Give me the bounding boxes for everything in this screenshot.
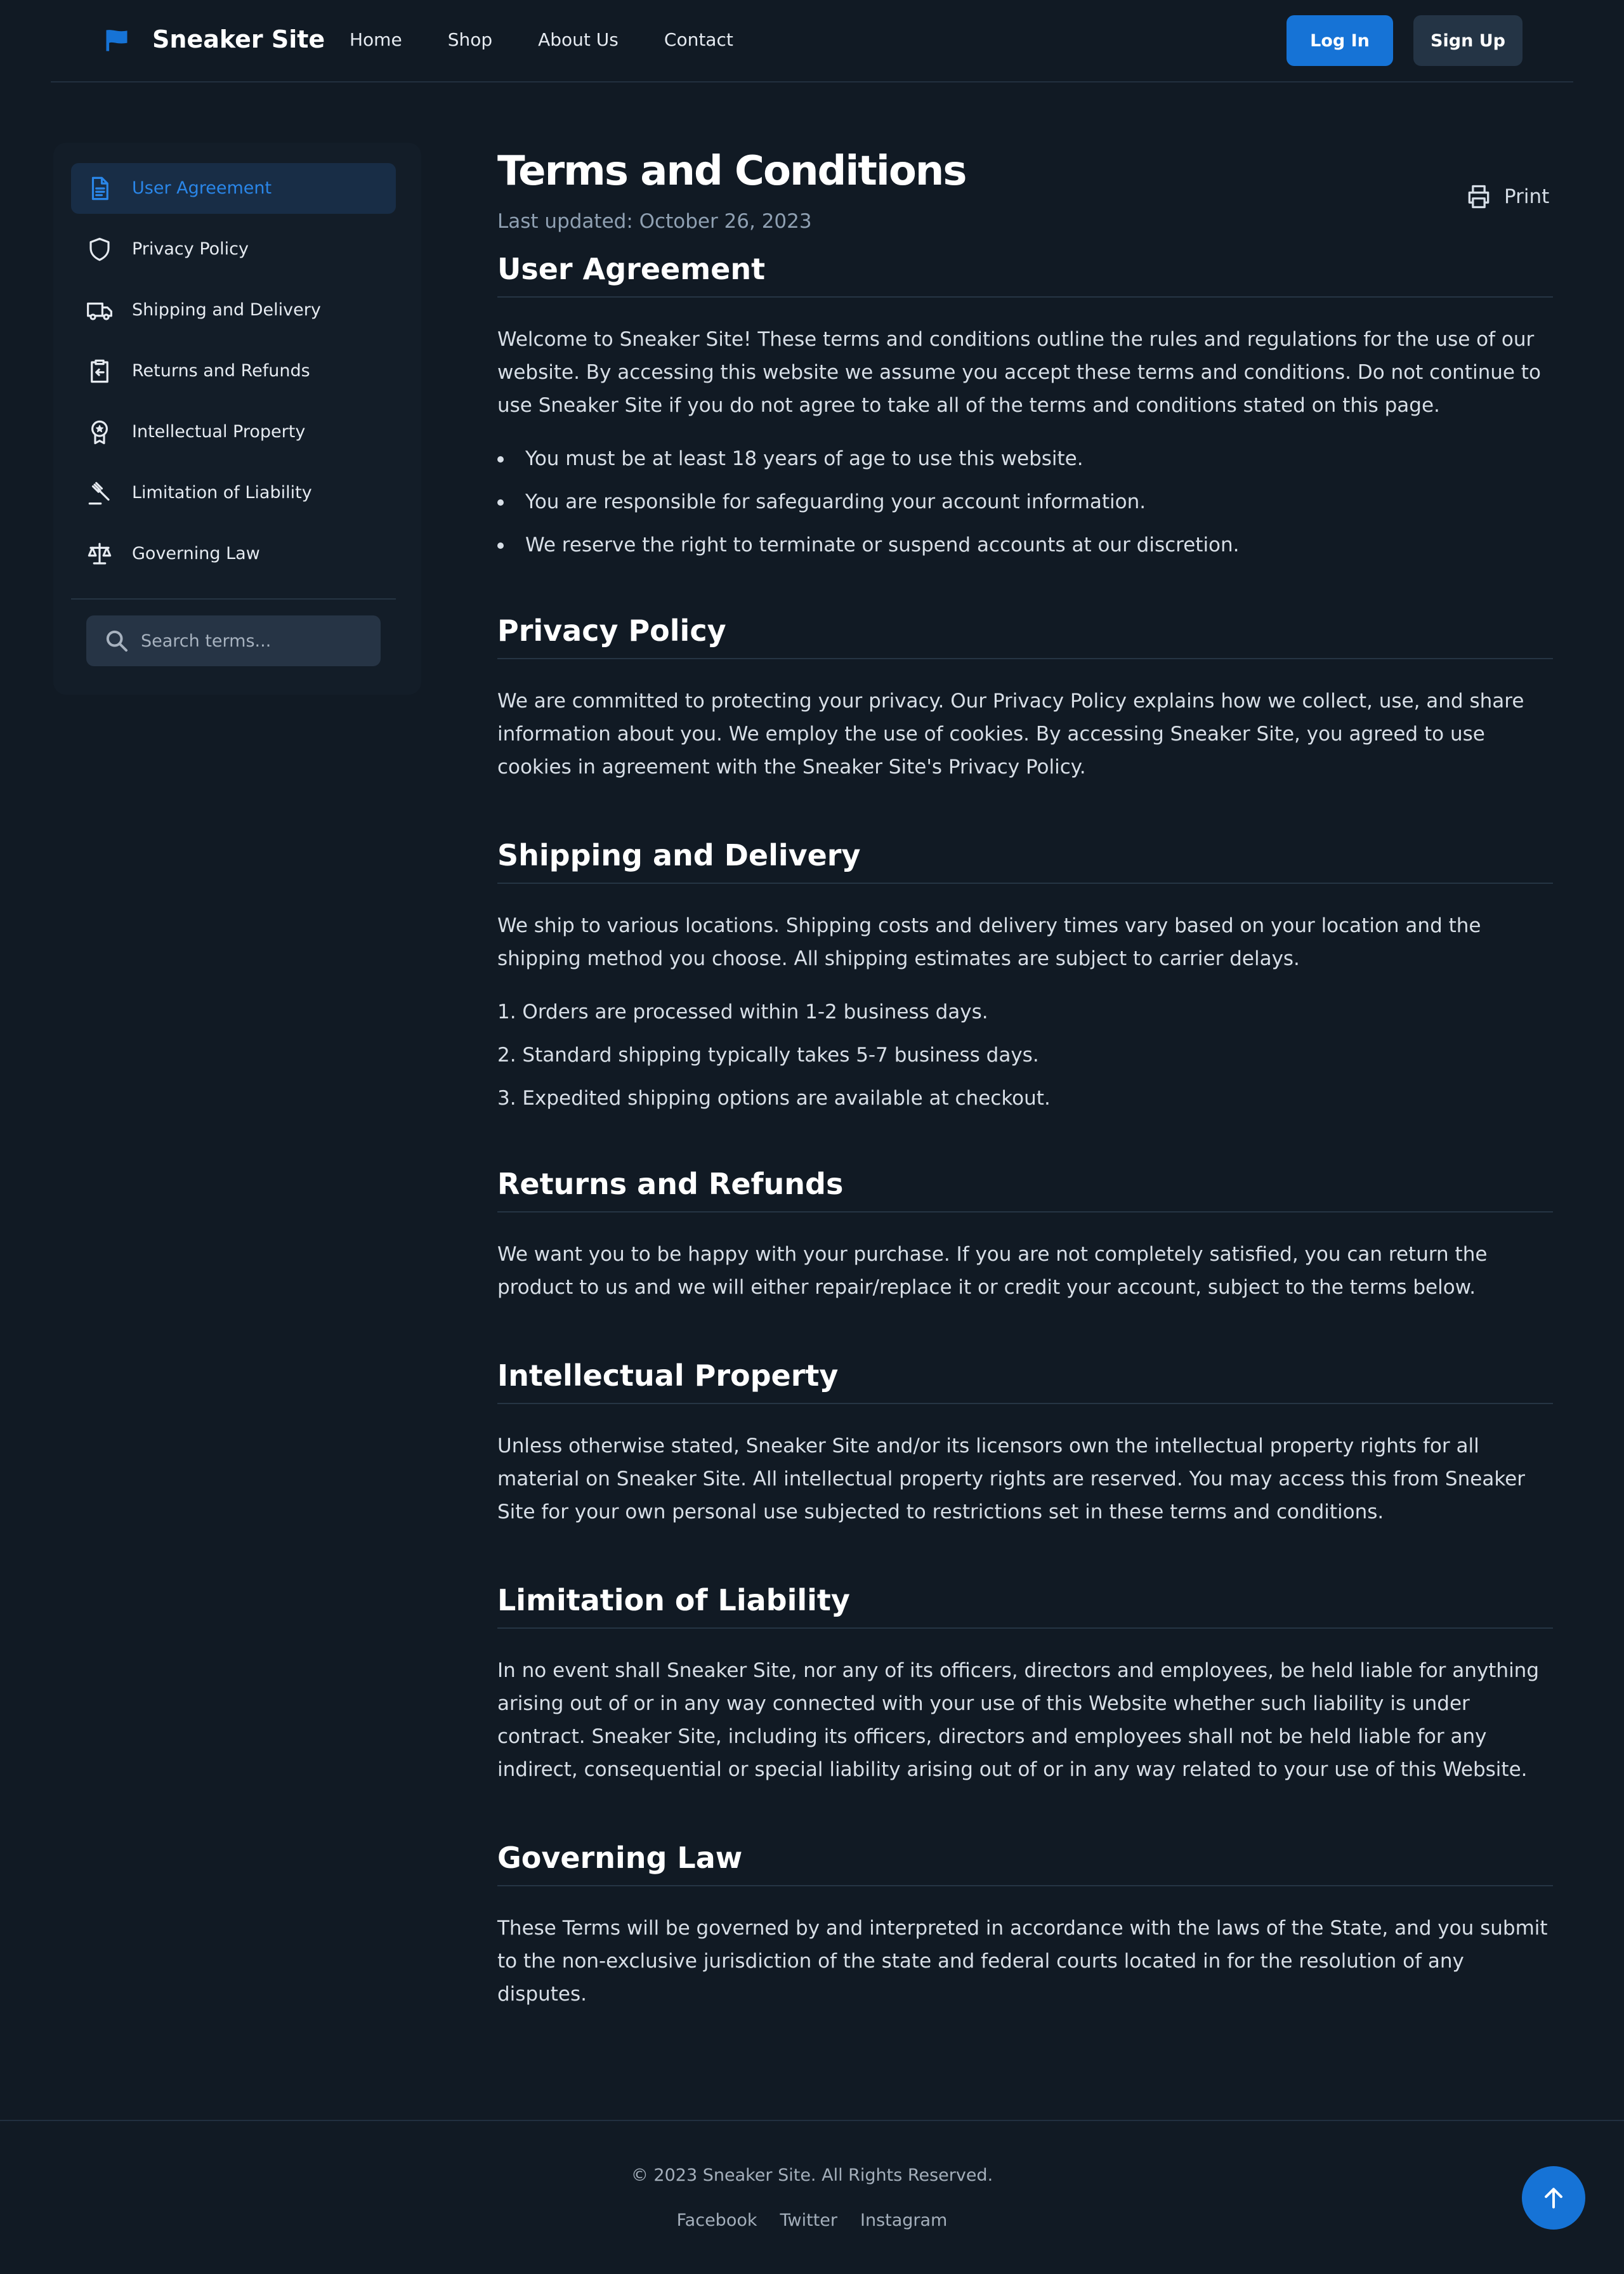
list-item: 1. Orders are processed within 1-2 busin… — [497, 1001, 988, 1023]
bullet-list: You must be at least 18 years of age to … — [497, 445, 1553, 559]
site-header: Sneaker Site Home Shop About Us Contact … — [51, 0, 1573, 82]
page-title: Terms and Conditions — [497, 148, 967, 195]
section-privacy-policy: Privacy Policy We are committed to prote… — [497, 614, 1553, 784]
nav-contact-link[interactable]: Contact — [664, 29, 733, 50]
arrow-up-icon — [1545, 2188, 1562, 2209]
section-governing-law: Governing Law These Terms will be govern… — [497, 1841, 1553, 2011]
sidebar-item-label: Limitation of Liability — [132, 483, 312, 503]
gavel-icon — [88, 482, 110, 505]
section-heading: Shipping and Delivery — [497, 838, 1553, 884]
list-item: 2. Standard shipping typically takes 5-7… — [497, 1044, 1039, 1067]
search-icon — [106, 630, 128, 652]
site-footer: © 2023 Sneaker Site. All Rights Reserved… — [0, 2120, 1624, 2274]
sidebar-item-label: Shipping and Delivery — [132, 300, 321, 320]
back-to-top-button[interactable] — [1522, 2166, 1585, 2230]
clipboard-return-icon — [91, 359, 108, 383]
list-item: You must be at least 18 years of age to … — [497, 445, 1553, 473]
social-links: Facebook Twitter Instagram — [0, 2211, 1624, 2230]
sidebar-item-governing-law[interactable]: Governing Law — [71, 529, 396, 579]
signup-button[interactable]: Sign Up — [1413, 15, 1522, 66]
terms-sidebar: User Agreement Privacy Policy Shipping a… — [53, 143, 421, 695]
section-heading: User Agreement — [497, 252, 1553, 298]
printer-icon — [1468, 185, 1490, 209]
sidebar-item-returns-refunds[interactable]: Returns and Refunds — [71, 346, 396, 397]
brand-name[interactable]: Sneaker Site — [152, 25, 325, 53]
list-item: We reserve the right to terminate or sus… — [497, 531, 1553, 559]
section-paragraph: We are committed to protecting your priv… — [497, 690, 1524, 779]
nav-home-link[interactable]: Home — [350, 29, 402, 50]
list-item: 3. Expedited shipping options are availa… — [497, 1087, 1051, 1110]
flag-icon[interactable] — [103, 27, 131, 55]
sidebar-item-limitation-liability[interactable]: Limitation of Liability — [71, 468, 396, 518]
list-item: You are responsible for safeguarding you… — [497, 488, 1553, 516]
sidebar-divider — [71, 598, 396, 600]
twitter-link[interactable]: Twitter — [780, 2211, 838, 2230]
last-updated-text: Last updated: October 26, 2023 — [497, 210, 812, 233]
terms-content: Terms and Conditions Last updated: Octob… — [497, 143, 1553, 2011]
section-paragraph: These Terms will be governed by and inte… — [497, 1917, 1548, 2006]
section-heading: Intellectual Property — [497, 1358, 1553, 1404]
section-paragraph: We ship to various locations. Shipping c… — [497, 914, 1481, 970]
scale-icon — [88, 542, 112, 565]
login-button[interactable]: Log In — [1287, 15, 1393, 66]
nav-shop-link[interactable]: Shop — [448, 29, 492, 50]
main-nav: Home Shop About Us Contact — [350, 29, 779, 50]
badge-icon — [91, 420, 108, 445]
sidebar-item-label: Intellectual Property — [132, 422, 306, 442]
document-icon — [91, 176, 108, 200]
section-paragraph: In no event shall Sneaker Site, nor any … — [497, 1659, 1540, 1781]
section-limitation-liability: Limitation of Liability In no event shal… — [497, 1583, 1553, 1786]
sidebar-item-user-agreement[interactable]: User Agreement — [71, 163, 396, 214]
copyright-text: © 2023 Sneaker Site. All Rights Reserved… — [631, 2166, 993, 2185]
section-heading: Limitation of Liability — [497, 1583, 1553, 1629]
instagram-link[interactable]: Instagram — [860, 2211, 947, 2230]
truck-icon — [87, 302, 112, 320]
section-shipping-delivery: Shipping and Delivery We ship to various… — [497, 838, 1553, 1112]
sidebar-item-label: Returns and Refunds — [132, 361, 310, 381]
sidebar-item-privacy-policy[interactable]: Privacy Policy — [71, 224, 396, 275]
section-intellectual-property: Intellectual Property Unless otherwise s… — [497, 1358, 1553, 1528]
shield-icon — [89, 237, 110, 261]
section-paragraph: Welcome to Sneaker Site! These terms and… — [497, 328, 1541, 417]
sidebar-item-intellectual-property[interactable]: Intellectual Property — [71, 407, 396, 457]
nav-about-link[interactable]: About Us — [538, 29, 619, 50]
section-heading: Returns and Refunds — [497, 1167, 1553, 1213]
print-label: Print — [1504, 185, 1550, 208]
facebook-link[interactable]: Facebook — [677, 2211, 757, 2230]
section-paragraph: Unless otherwise stated, Sneaker Site an… — [497, 1435, 1525, 1523]
section-returns-refunds: Returns and Refunds We want you to be ha… — [497, 1167, 1553, 1304]
search-box[interactable] — [86, 615, 381, 666]
numbered-list: 1. Orders are processed within 1-2 busin… — [497, 998, 1553, 1112]
section-paragraph: We want you to be happy with your purcha… — [497, 1243, 1488, 1299]
sidebar-item-label: User Agreement — [132, 178, 272, 198]
section-heading: Privacy Policy — [497, 614, 1553, 659]
sidebar-item-shipping-delivery[interactable]: Shipping and Delivery — [71, 285, 396, 336]
sidebar-item-label: Governing Law — [132, 544, 260, 563]
section-user-agreement: User Agreement Welcome to Sneaker Site! … — [497, 252, 1553, 559]
sidebar-item-label: Privacy Policy — [132, 239, 249, 259]
section-heading: Governing Law — [497, 1841, 1553, 1886]
print-button[interactable]: Print — [1465, 181, 1549, 213]
search-input[interactable] — [141, 615, 369, 666]
